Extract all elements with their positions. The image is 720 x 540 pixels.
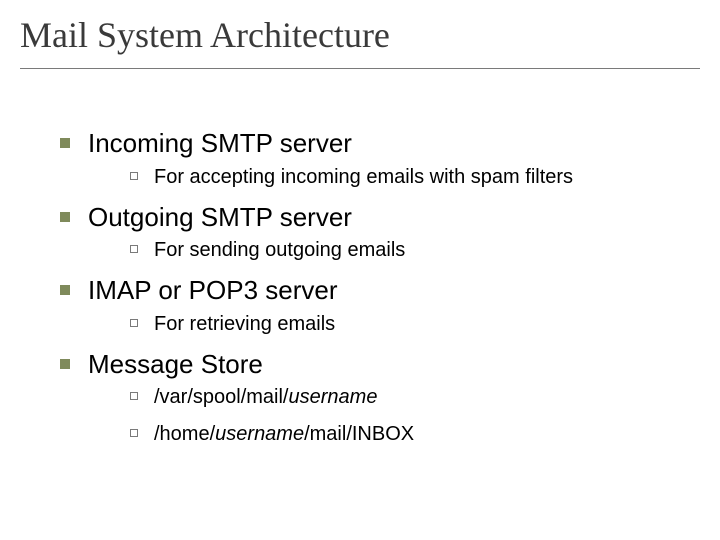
list-item-label: Incoming SMTP server [88, 127, 352, 160]
square-bullet-icon [60, 138, 70, 148]
path-var: username [289, 386, 378, 408]
sub-list-item-text: For sending outgoing emails [154, 237, 405, 264]
path-pre: /var/spool/mail/ [154, 386, 289, 408]
list-item: Message Store [60, 348, 690, 381]
square-bullet-icon [60, 359, 70, 369]
list-item: IMAP or POP3 server [60, 274, 690, 307]
square-outline-bullet-icon [130, 172, 138, 180]
sub-list-item-text: /home/username/mail/INBOX [154, 421, 414, 448]
slide: Mail System Architecture Incoming SMTP s… [0, 0, 720, 540]
list-item-label: IMAP or POP3 server [88, 274, 338, 307]
square-outline-bullet-icon [130, 319, 138, 327]
path-var: username [215, 423, 304, 445]
sub-list-item: /var/spool/mail/username [130, 384, 690, 411]
list-item: Outgoing SMTP server [60, 201, 690, 234]
sub-list-item: /home/username/mail/INBOX [130, 421, 690, 448]
path-post: /mail/INBOX [304, 423, 414, 445]
square-outline-bullet-icon [130, 392, 138, 400]
list-item-label: Message Store [88, 348, 263, 381]
square-bullet-icon [60, 212, 70, 222]
square-bullet-icon [60, 285, 70, 295]
square-outline-bullet-icon [130, 429, 138, 437]
square-outline-bullet-icon [130, 245, 138, 253]
list-item: Incoming SMTP server [60, 127, 690, 160]
sub-list-item: For sending outgoing emails [130, 237, 690, 264]
list-item-label: Outgoing SMTP server [88, 201, 352, 234]
sub-list-item: For accepting incoming emails with spam … [130, 164, 690, 191]
sub-list-item-text: For accepting incoming emails with spam … [154, 164, 573, 191]
title-wrap: Mail System Architecture [0, 0, 720, 62]
slide-title: Mail System Architecture [20, 14, 700, 56]
sub-list-item-text: /var/spool/mail/username [154, 384, 377, 411]
sub-list-item: For retrieving emails [130, 311, 690, 338]
sub-list-item-text: For retrieving emails [154, 311, 335, 338]
content: Incoming SMTP server For accepting incom… [0, 69, 720, 448]
path-pre: /home/ [154, 423, 215, 445]
